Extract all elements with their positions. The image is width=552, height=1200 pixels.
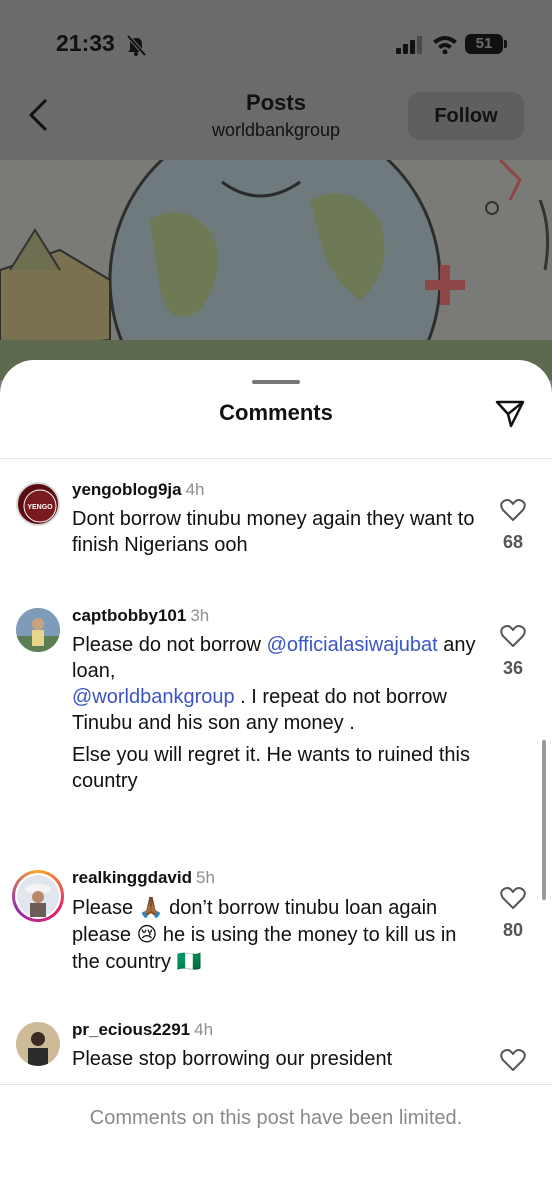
like-count: 36 xyxy=(502,658,524,678)
heart-icon[interactable] xyxy=(500,624,526,648)
like-count: 68 xyxy=(502,532,524,552)
comment-text: Please stop borrowing our president xyxy=(72,1046,482,1072)
comment-username[interactable]: realkinggdavid xyxy=(72,868,192,887)
comment-time: 4h xyxy=(194,1020,214,1039)
comment-username[interactable]: captbobby101 xyxy=(72,606,186,625)
mention-link[interactable]: @officialasiwajubat xyxy=(267,634,438,656)
comment-item: captbobby101 3h Please do not borrow @off… xyxy=(0,606,552,826)
clock: 21:33 xyxy=(56,30,115,56)
bell-off-icon xyxy=(126,34,147,56)
avatar-story-ring[interactable] xyxy=(12,870,64,922)
comment-time: 3h xyxy=(190,606,210,625)
comment-paragraph: Please do not borrow @officialasiwajubat… xyxy=(72,632,482,736)
comment-text-segment: Please xyxy=(72,897,139,919)
praying-hands-emoji: 🙏🏾 xyxy=(138,895,164,919)
follow-button[interactable]: Follow xyxy=(408,92,524,140)
avatar[interactable] xyxy=(16,1022,60,1066)
status-bar: 21:33 51 xyxy=(0,0,552,90)
nav-bar: Posts worldbankgroup Follow xyxy=(0,80,552,150)
comment-header: realkinggdavid 5h xyxy=(72,868,215,888)
comment-text-segment: Please do not borrow xyxy=(72,634,267,656)
signal-icon xyxy=(396,36,422,54)
scrollbar[interactable] xyxy=(542,740,546,900)
comments-limited-notice: Comments on this post have been limited. xyxy=(89,1107,463,1129)
mention-link[interactable]: @worldbankgroup xyxy=(72,686,235,708)
heart-icon[interactable] xyxy=(500,886,526,910)
post-image xyxy=(0,160,552,390)
comment-username[interactable]: yengoblog9ja xyxy=(72,480,182,499)
comment-header: captbobby101 3h xyxy=(72,606,209,626)
comment-paragraph: Please 🙏🏾 don’t borrow tinubu loan again… xyxy=(72,894,482,975)
battery-tip xyxy=(504,40,507,48)
comment-paragraph: Else you will regret it. He wants to rui… xyxy=(72,744,470,792)
like-count: 80 xyxy=(502,920,524,940)
comment-paragraph: Please stop borrowing our president xyxy=(72,1048,393,1070)
comments-sheet: Comments YENGO yengoblog9ja 4h Dont borro… xyxy=(0,360,552,1200)
comment-username[interactable]: pr_ecious2291 xyxy=(72,1020,190,1039)
wifi-icon xyxy=(433,36,457,54)
comments-limited-footer: Comments on this post have been limited. xyxy=(0,1084,552,1200)
divider xyxy=(0,458,552,459)
heart-icon[interactable] xyxy=(500,1048,526,1072)
heart-icon[interactable] xyxy=(500,498,526,522)
comment-header: pr_ecious2291 4h xyxy=(72,1020,213,1040)
nigeria-flag-emoji: 🇳🇬 xyxy=(176,949,202,973)
comment-item: realkinggdavid 5h Please 🙏🏾 don’t borrow … xyxy=(0,868,552,978)
battery-icon: 51 xyxy=(465,34,503,54)
crying-face-emoji: 😢 xyxy=(136,922,158,946)
avatar[interactable] xyxy=(16,608,60,652)
sheet-title: Comments xyxy=(219,400,333,425)
battery-level: 51 xyxy=(475,35,493,52)
sheet-handle[interactable] xyxy=(252,380,300,384)
send-icon[interactable] xyxy=(494,398,526,430)
comment-time: 5h xyxy=(195,868,215,887)
comment-text: Dont borrow tinubu money again they want… xyxy=(72,506,482,558)
comment-text: Please 🙏🏾 don’t borrow tinubu loan again… xyxy=(72,894,482,975)
avatar[interactable]: YENGO xyxy=(16,482,60,526)
avatar-logo-text: YENGO xyxy=(27,504,53,511)
comment-paragraph: Dont borrow tinubu money again they want… xyxy=(72,508,475,556)
comment-text: Please do not borrow @officialasiwajubat… xyxy=(72,632,482,794)
comment-time: 4h xyxy=(185,480,205,499)
comment-header: yengoblog9ja 4h xyxy=(72,480,205,500)
comment-item: YENGO yengoblog9ja 4h Dont borrow tinubu … xyxy=(0,480,552,570)
